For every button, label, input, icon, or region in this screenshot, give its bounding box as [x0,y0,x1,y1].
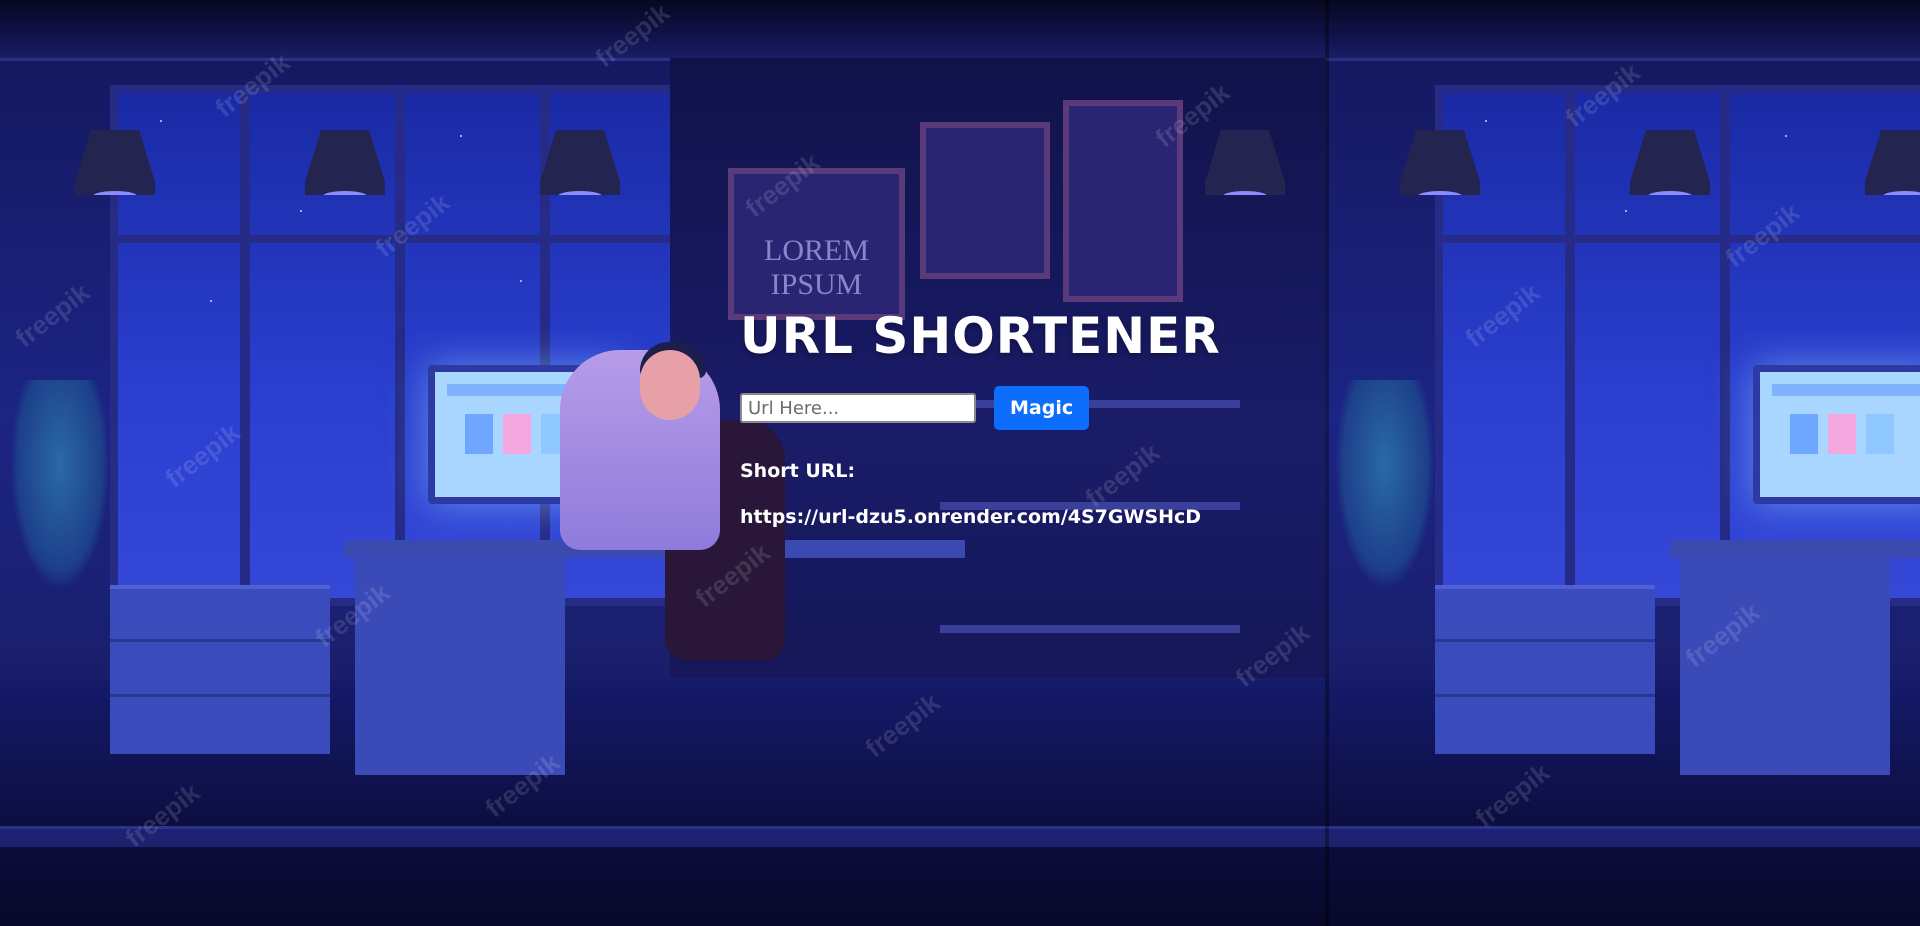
window-mullion [395,85,405,590]
monitor [1753,365,1920,504]
background-tile [1325,0,1920,926]
star [210,300,212,302]
ceiling-band [1325,0,1920,61]
plant [1335,380,1435,590]
star [1485,120,1487,122]
monitor-block [465,414,493,454]
drawer-line [1435,694,1655,697]
star [460,135,462,137]
url-input[interactable] [740,393,976,423]
window-mullion [1565,85,1575,590]
floor-band [0,826,1325,847]
wall-frame [920,122,1050,279]
window-bar [1435,235,1920,243]
magic-button[interactable]: Magic [994,386,1090,430]
plant [10,380,110,590]
floor-band [1325,826,1920,847]
drawer-cabinet [110,585,330,754]
monitor-block [1866,414,1894,454]
url-shortener-panel: URL SHORTENER Magic Short URL: https://u… [740,300,1260,528]
desk-leg [355,555,565,775]
star [1625,210,1627,212]
window-mullion [240,85,250,590]
drawer-line [110,694,330,697]
monitor-block [503,414,531,454]
drawer-line [1435,639,1655,642]
desk-leg [1680,555,1890,775]
star [300,210,302,212]
short-url-value: https://url-dzu5.onrender.com/4S7GWSHcD [740,506,1202,528]
star [160,120,162,122]
window-mullion [1720,85,1730,590]
tile-seam [1325,0,1329,926]
monitor-bar [1772,384,1920,396]
star [520,280,522,282]
frame-text: LOREM IPSUM [764,234,869,301]
monitor-block [1790,414,1818,454]
shorten-form: Magic [740,386,1260,430]
star [1785,135,1787,137]
drawer-line [110,639,330,642]
short-url-label: Short URL: [740,460,856,482]
page-title: URL SHORTENER [740,307,1221,365]
monitor-block [1828,414,1856,454]
drawer-cabinet [1435,585,1655,754]
person-head [640,350,700,420]
shelf [940,625,1240,633]
